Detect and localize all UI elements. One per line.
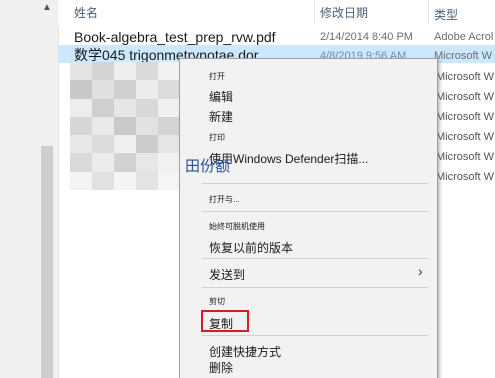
menu-item-new[interactable]: 新建 [209,108,233,125]
file-type: Microsoft W [436,111,495,123]
file-type: Microsoft W [436,131,495,143]
file-type: Microsoft W [436,91,495,103]
menu-item-open[interactable]: 打开 [209,71,225,82]
menu-item-restore-versions[interactable]: 恢复以前的版本 [209,239,293,256]
navigation-pane: ▲ [0,0,59,378]
menu-item-create-shortcut[interactable]: 创建快捷方式 [209,343,281,360]
menu-item-send-to[interactable]: 发送到 [209,266,245,283]
redacted-file-list [70,62,180,190]
file-date: 2/14/2014 8:40 PM [320,31,413,43]
column-header-date[interactable]: 修改日期 [320,4,368,21]
menu-item-cut[interactable]: 剪切 [209,296,225,307]
file-type: Microsoft W [436,151,495,163]
file-type: Adobe Acrol [434,31,494,43]
column-divider[interactable] [314,0,315,24]
menu-item-edit[interactable]: 编辑 [209,88,233,105]
overlay-name-label: 田份额 [185,158,231,175]
menu-separator [202,211,428,212]
file-type: Microsoft W [436,71,495,83]
scroll-up-icon[interactable]: ▲ [40,0,54,14]
menu-item-open-with[interactable]: 打开与... [209,194,240,205]
column-divider[interactable] [428,0,429,24]
column-header-name[interactable]: 姓名 [74,4,98,21]
scrollbar-thumb[interactable] [41,146,53,378]
copy-highlight-box [201,310,249,332]
menu-separator [202,258,428,259]
column-header: 姓名 修改日期 类型 [58,0,495,26]
explorer-window: ▲ 姓名 修改日期 类型 Book-algebra_test_prep_rvw.… [0,0,495,378]
file-row[interactable]: Book-algebra_test_prep_rvw.pdf 2/14/2014… [58,27,495,47]
menu-item-defender-scan[interactable]: 使用Windows Defender扫描... [209,150,368,167]
menu-separator [202,287,428,288]
menu-item-print[interactable]: 打印 [209,132,225,143]
menu-separator [202,183,428,184]
chevron-right-icon: › [418,263,423,279]
menu-item-delete[interactable]: 删除 [209,359,233,376]
column-header-type[interactable]: 类型 [434,6,458,23]
menu-item-always-offline[interactable]: 始终可脱机使用 [209,221,265,232]
file-name: Book-algebra_test_prep_rvw.pdf [74,29,276,45]
file-type: Microsoft W [434,50,493,62]
menu-separator [202,335,428,336]
file-type: Microsoft W [436,171,495,183]
context-menu: 打开 编辑 新建 打印 使用Windows Defender扫描... 打开与.… [179,58,438,378]
